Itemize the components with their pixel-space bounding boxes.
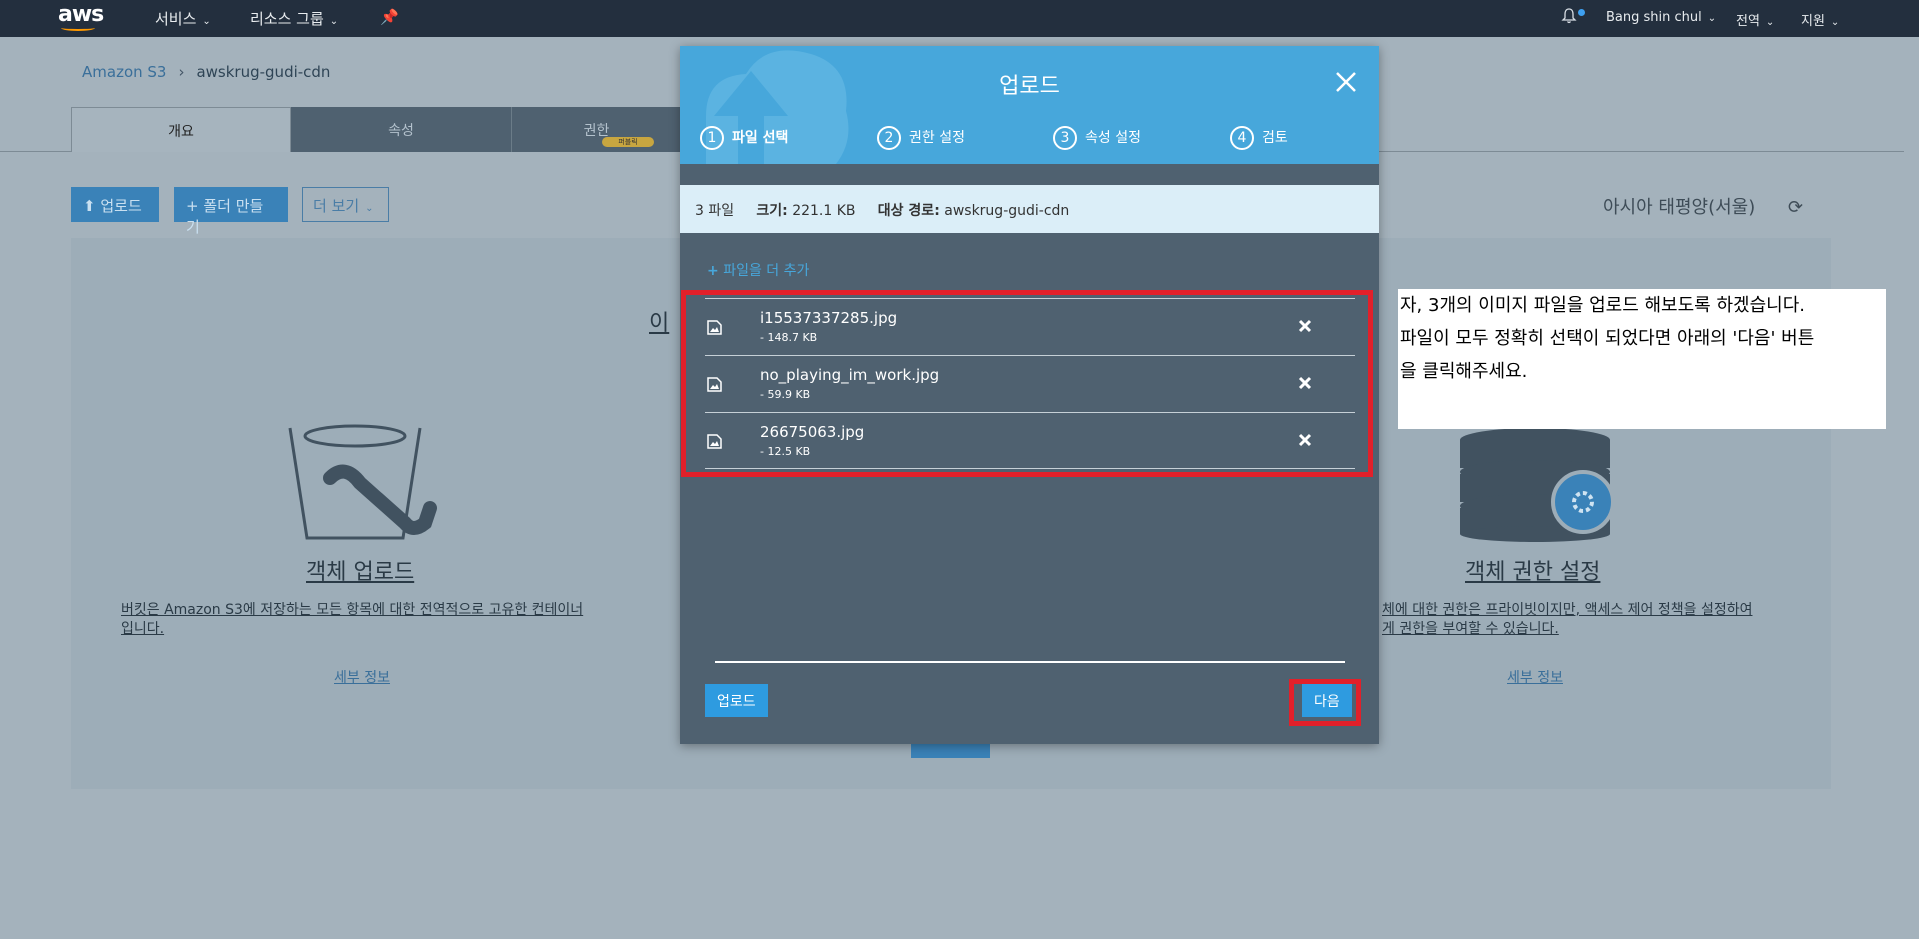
object-permissions-desc-line2: 게 권한을 부여할 수 있습니다. (1382, 621, 1559, 637)
step-number: 2 (877, 126, 901, 150)
step-set-permissions[interactable]: 2 권한 설정 (877, 126, 965, 150)
file-count: 3 파일 (695, 203, 735, 219)
next-button[interactable]: 다음 (1302, 684, 1352, 717)
file-list-highlight (681, 290, 1373, 477)
upload-modal: 업로드 1 파일 선택 2 권한 설정 3 속성 설정 4 검토 3 파일 크기: 22… (680, 46, 1379, 744)
object-permissions-title[interactable]: 객체 권한 설정 (1465, 554, 1600, 586)
step-number: 1 (700, 126, 724, 150)
add-more-label: 파일을 더 추가 (723, 263, 810, 279)
object-permissions-desc-line1: 체에 대한 권한은 프라이빗이지만, 액세스 제어 정책을 설정하여 (1382, 602, 1753, 618)
upload-details-link[interactable]: 세부 정보 (334, 667, 390, 687)
aws-logo[interactable]: aws (58, 2, 104, 27)
callout-line: 자, 3개의 이미지 파일을 업로드 해보도록 하겠습니다. (1400, 295, 1805, 316)
step-label: 파일 선택 (732, 130, 789, 146)
size-value: 221.1 KB (792, 203, 856, 219)
breadcrumb-separator: › (178, 63, 185, 81)
upload-button-label: 업로드 (100, 197, 142, 215)
modal-header-strip (680, 164, 1379, 185)
step-select-files[interactable]: 1 파일 선택 (700, 126, 788, 150)
chevron-down-icon: ⌄ (1830, 17, 1840, 28)
tab-properties[interactable]: 속성 (291, 107, 512, 152)
upload-objects-desc-line1: 버킷은 Amazon S3에 저장하는 모든 항목에 대한 전역적으로 고유한 … (121, 602, 584, 618)
region-label: 아시아 태평양(서울) (1603, 197, 1756, 218)
bucket-icon (288, 424, 437, 540)
more-button-label: 더 보기 (313, 197, 360, 215)
aws-logo-smile-icon (61, 25, 95, 31)
upload-button[interactable]: ⬆ 업로드 (71, 187, 159, 222)
step-label: 검토 (1262, 130, 1288, 146)
top-nav: aws 서비스 ⌄ 리소스 그룹 ⌄ 📌 Bang shin chul ⌄ 전역 ⌄ 지… (0, 0, 1919, 37)
more-button[interactable]: 더 보기 ⌄ (302, 187, 389, 222)
upload-objects-title[interactable]: 객체 업로드 (306, 554, 414, 586)
breadcrumb-s3-link[interactable]: Amazon S3 (82, 63, 166, 81)
services-menu[interactable]: 서비스 ⌄ (155, 8, 211, 29)
support-menu[interactable]: 지원 ⌄ (1801, 10, 1839, 29)
refresh-icon[interactable]: ⟳ (1788, 197, 1803, 218)
step-set-properties[interactable]: 3 속성 설정 (1053, 126, 1141, 150)
chevron-down-icon: ⌄ (202, 16, 211, 27)
plus-icon: + (707, 263, 719, 279)
callout-line: 파일이 모두 정확히 선택이 되었다면 아래의 '다음' 버튼 (1400, 328, 1815, 349)
upload-objects-desc-line2: 입니다. (121, 621, 165, 637)
bell-icon[interactable] (1561, 8, 1577, 24)
chevron-down-icon: ⌄ (1765, 17, 1775, 28)
resource-groups-menu[interactable]: 리소스 그룹 ⌄ (250, 8, 338, 29)
callout-line: 을 클릭해주세요. (1400, 361, 1528, 382)
add-more-files-link[interactable]: + 파일을 더 추가 (707, 260, 809, 280)
permissions-details-link[interactable]: 세부 정보 (1507, 667, 1563, 687)
database-permissions-icon (1460, 428, 1615, 542)
size-label: 크기: (756, 203, 788, 219)
tab-overview[interactable]: 개요 (71, 107, 291, 152)
create-folder-button[interactable]: + 폴더 만들기 (174, 187, 288, 236)
breadcrumb: Amazon S3 › awskrug-gudi-cdn (82, 63, 330, 81)
step-review[interactable]: 4 검토 (1230, 126, 1288, 150)
user-menu[interactable]: Bang shin chul ⌄ (1606, 10, 1716, 25)
chevron-down-icon: ⌄ (365, 203, 374, 214)
plus-icon: + (186, 197, 199, 215)
step-label: 권한 설정 (909, 130, 965, 146)
breadcrumb-bucket: awskrug-gudi-cdn (196, 63, 331, 81)
modal-title: 업로드 (999, 74, 1060, 99)
destination-value: awskrug-gudi-cdn (944, 203, 1070, 219)
step-label: 속성 설정 (1085, 130, 1141, 146)
public-badge: 퍼블릭 (602, 137, 654, 147)
upload-icon: ⬆ (83, 197, 96, 215)
destination-label: 대상 경로: (877, 203, 940, 219)
modal-upload-button[interactable]: 업로드 (705, 684, 768, 717)
step-number: 4 (1230, 126, 1254, 150)
tab-label: 속성 (388, 123, 414, 139)
upload-summary: 3 파일 크기: 221.1 KB 대상 경로: awskrug-gudi-cd… (680, 185, 1379, 233)
close-icon[interactable] (1334, 70, 1358, 94)
chevron-down-icon: ⌄ (329, 16, 339, 27)
step-number: 3 (1053, 126, 1077, 150)
pin-icon[interactable]: 📌 (380, 8, 399, 26)
tab-label: 개요 (168, 124, 194, 140)
region-menu[interactable]: 전역 ⌄ (1736, 10, 1774, 29)
tutorial-callout: 자, 3개의 이미지 파일을 업로드 해보도록 하겠습니다. 파일이 모두 정확… (1398, 289, 1886, 429)
modal-header: 업로드 1 파일 선택 2 권한 설정 3 속성 설정 4 검토 (680, 46, 1379, 164)
upload-progress-line (715, 661, 1345, 663)
chevron-down-icon: ⌄ (1707, 13, 1717, 24)
notification-dot (1578, 9, 1585, 16)
middle-feature-title-partial: 이 (649, 311, 670, 336)
tab-permissions[interactable]: 권한 퍼블릭 (512, 107, 682, 152)
